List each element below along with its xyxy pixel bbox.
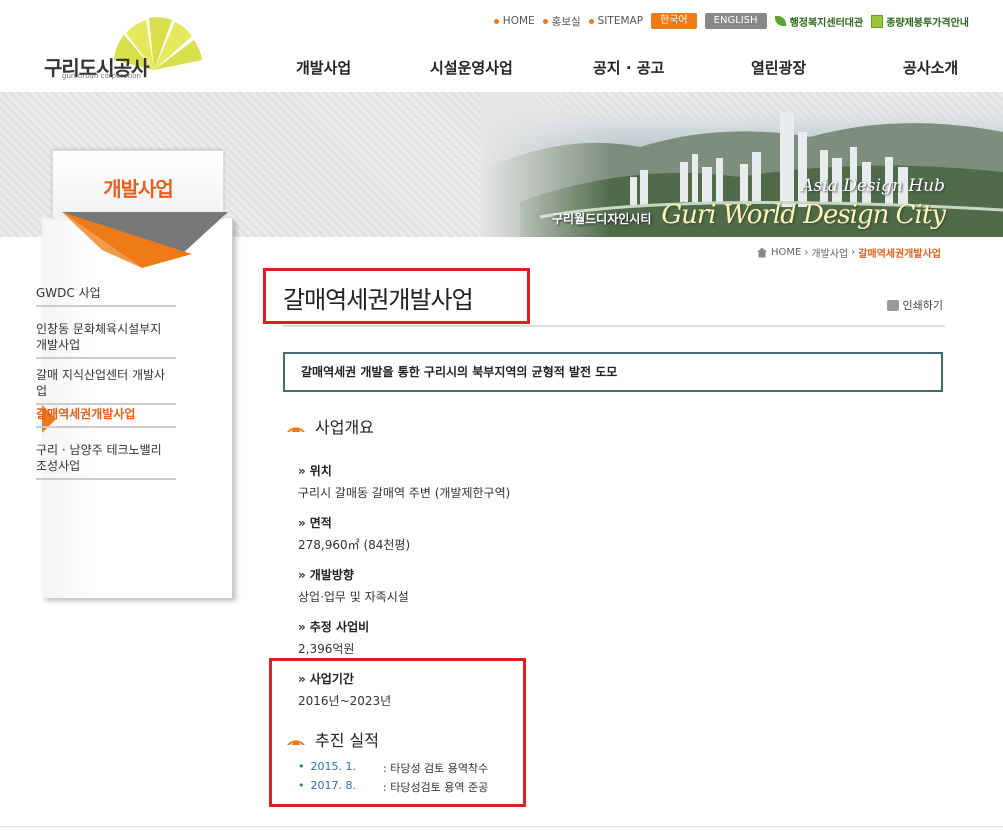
gnb-about[interactable]: 공사소개 — [903, 57, 958, 78]
utility-nav: HOME 홍보실 SITEMAP 한국어 ENGLISH 행정복지센터대관 종량… — [486, 12, 969, 30]
leaf-icon — [774, 16, 786, 26]
side-menu-title: 개발사업 — [103, 177, 174, 201]
overview-heading: 사업개요 — [285, 414, 374, 438]
home-icon — [757, 247, 768, 258]
gnb-notice[interactable]: 공지 · 공고 — [593, 57, 664, 78]
page-title: 갈매역세권개발사업 — [283, 286, 474, 314]
breadcrumb-separator: › — [851, 247, 856, 258]
side-menu-item-galmae-station[interactable]: 갈매역세권개발사업 — [36, 406, 176, 428]
field-value-location: 구리시 갈매동 갈매역 주변 (개발제한구역) — [298, 486, 511, 500]
field-value-cost: 2,396억원 — [298, 642, 355, 656]
side-menu-item-galmae-knowledge[interactable]: 갈매 지식산업센터 개발사업 — [36, 367, 176, 405]
bullet-icon — [588, 18, 594, 24]
gnb-open-square[interactable]: 열린광장 — [751, 57, 806, 78]
summary-box: 갈매역세권 개발을 통한 구리시의 북부지역의 균형적 발전 도모 — [283, 352, 943, 392]
result-desc: : 타당성검토 용역 준공 — [383, 781, 489, 794]
breadcrumb-current: 갈매역세권개발사업 — [858, 249, 941, 260]
field-label-location: 위치 — [298, 462, 332, 479]
fan-icon — [287, 740, 305, 745]
field-label-area: 면적 — [298, 514, 332, 531]
banner-title: Guri World Design City — [661, 200, 946, 230]
field-value-direction: 상업·업무 및 자족시설 — [298, 590, 409, 604]
korean-button[interactable]: 한국어 — [651, 13, 697, 29]
breadcrumb-level1[interactable]: 개발사업 — [811, 245, 848, 260]
side-menu-header: 개발사업 — [52, 150, 224, 219]
fee-info-link[interactable]: 종량제봉투가격안내 — [871, 14, 969, 29]
field-label-cost: 추정 사업비 — [298, 618, 369, 635]
bullet-icon — [542, 18, 548, 24]
util-home-link[interactable]: HOME — [493, 15, 535, 27]
gnb-facility[interactable]: 시설운영사업 — [430, 57, 513, 78]
field-value-period: 2016년~2023년 — [298, 694, 392, 708]
bullet-icon — [493, 18, 499, 24]
side-menu-item-inchang[interactable]: 인창동 문화체육시설부지 개발사업 — [36, 321, 176, 359]
list-item: 2017. 8. : 타당성검토 용역 준공 — [298, 779, 489, 795]
english-button[interactable]: ENGLISH — [704, 13, 767, 29]
result-date: 2015. 1. — [298, 760, 383, 776]
printer-icon — [886, 299, 899, 311]
side-menu-item-technovalley[interactable]: 구리 · 남양주 테크노밸리 조성사업 — [36, 442, 176, 480]
breadcrumb-home[interactable]: HOME — [771, 247, 801, 258]
bag-icon — [871, 14, 884, 28]
results-heading: 추진 실적 — [285, 727, 379, 751]
fan-icon — [287, 427, 305, 432]
gnb-development[interactable]: 개발사업 — [296, 57, 351, 78]
field-label-period: 사업기간 — [298, 670, 354, 687]
title-divider — [283, 325, 945, 327]
util-pr-link[interactable]: 홍보실 — [542, 14, 581, 29]
footer-divider — [0, 826, 1003, 827]
banner-korean-title: 구리월드디자인시티 — [552, 212, 652, 226]
main-nav: 개발사업 시설운영사업 공지 · 공고 열린광장 공사소개 — [0, 57, 1003, 79]
util-sitemap-link[interactable]: SITEMAP — [588, 15, 643, 27]
field-value-area: 278,960㎡ (84천평) — [298, 538, 411, 552]
print-button[interactable]: 인쇄하기 — [886, 297, 943, 313]
result-date: 2017. 8. — [298, 779, 383, 795]
field-label-direction: 개발방향 — [298, 566, 354, 583]
breadcrumb-separator: › — [804, 247, 809, 258]
admin-center-link[interactable]: 행정복지센터대관 — [774, 14, 863, 29]
breadcrumb: HOME › 개발사업 › 갈매역세권개발사업 — [757, 245, 941, 260]
list-item: 2015. 1. : 타당성 검토 용역착수 — [298, 760, 489, 776]
side-menu-item-gwdc[interactable]: GWDC 사업 — [36, 285, 176, 307]
header: 구리도시공사 guri urban corporation HOME 홍보실 S… — [0, 0, 1003, 92]
folded-ribbon-icon — [62, 212, 228, 268]
banner-subtitle: Asia Design Hub — [801, 176, 945, 196]
result-desc: : 타당성 검토 용역착수 — [383, 762, 489, 775]
